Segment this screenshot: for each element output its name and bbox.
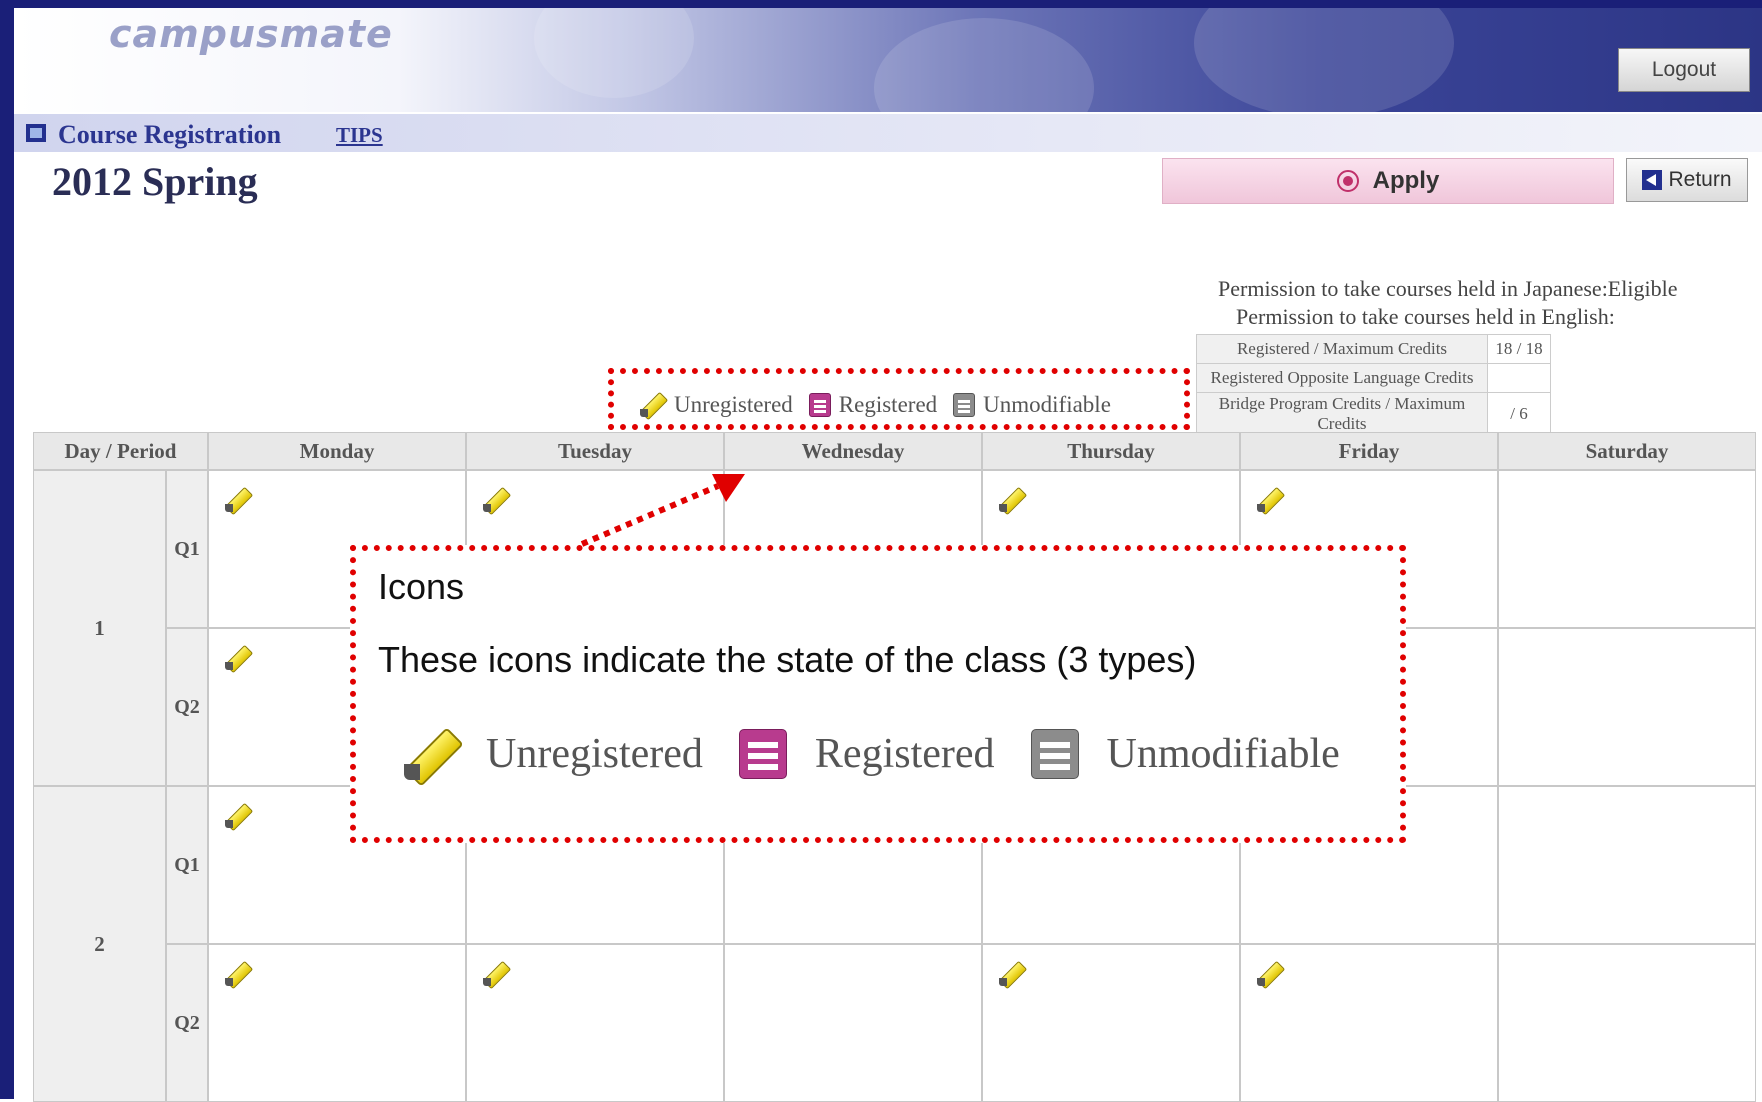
credits-value: 18 / 18	[1487, 334, 1551, 364]
pencil-icon	[404, 727, 464, 787]
pencil-icon[interactable]	[998, 486, 1028, 516]
pencil-icon[interactable]	[224, 644, 254, 674]
unmodifiable-list-icon	[1030, 729, 1079, 779]
credits-row: Registered / Maximum Credits 18 / 18	[1196, 334, 1551, 364]
pencil-icon[interactable]	[1256, 486, 1286, 516]
timetable-cell[interactable]	[724, 944, 982, 1102]
quarter-label: Q1	[166, 470, 208, 628]
quarter-label: Q1	[166, 786, 208, 944]
day-header: Wednesday	[724, 432, 982, 470]
quarter-label: Q2	[166, 944, 208, 1102]
timetable-cell[interactable]	[1498, 786, 1756, 944]
credits-row: Registered Opposite Language Credits	[1196, 363, 1551, 393]
banner-foliage	[534, 8, 694, 98]
credits-row: Bridge Program Credits / Maximum Credits…	[1196, 392, 1551, 436]
legend-highlight-box	[608, 368, 1190, 430]
page-title: Course Registration	[58, 120, 282, 149]
pencil-icon[interactable]	[224, 802, 254, 832]
banner-foliage	[1194, 8, 1454, 112]
timetable-cell[interactable]	[1498, 628, 1756, 786]
header-banner: campusmate Logout	[14, 8, 1762, 112]
pencil-icon[interactable]	[1256, 960, 1286, 990]
pencil-icon[interactable]	[482, 486, 512, 516]
callout-unmodifiable-label: Unmodifiable	[1106, 731, 1340, 777]
window-frame-left	[0, 0, 14, 1099]
quarter-label: Q2	[166, 628, 208, 786]
timetable-cell[interactable]	[208, 944, 466, 1102]
pencil-icon[interactable]	[224, 486, 254, 516]
day-header: Saturday	[1498, 432, 1756, 470]
pencil-icon[interactable]	[998, 960, 1028, 990]
callout-description: These icons indicate the state of the cl…	[378, 639, 1197, 680]
registered-list-icon	[738, 729, 787, 779]
japanese-permission: Permission to take courses held in Japan…	[1218, 276, 1678, 301]
credits-value	[1487, 363, 1551, 393]
timetable-cell[interactable]	[466, 944, 724, 1102]
page-title-bar: Course Registration TIPS	[14, 114, 1762, 152]
logout-button[interactable]: Logout	[1618, 48, 1750, 92]
day-header: Friday	[1240, 432, 1498, 470]
return-label: Return	[1668, 168, 1732, 191]
apply-label: Apply	[1372, 167, 1440, 194]
credits-table: Registered / Maximum Credits 18 / 18 Reg…	[1196, 334, 1551, 436]
timetable-cell[interactable]	[982, 944, 1240, 1102]
radio-icon	[1336, 170, 1359, 192]
banner-foliage	[874, 18, 1094, 112]
callout-legend-unmodifiable: Unmodifiable	[1030, 729, 1340, 779]
campusmate-logo: campusmate	[109, 12, 393, 56]
timetable-cell[interactable]	[1498, 470, 1756, 628]
callout-title: Icons	[378, 566, 465, 607]
term-heading: 2012 Spring	[52, 159, 258, 204]
pencil-icon[interactable]	[224, 960, 254, 990]
callout-legend-unregistered: Unregistered	[404, 727, 703, 787]
timetable-cell[interactable]	[1498, 944, 1756, 1102]
window-icon	[26, 124, 46, 142]
period-label: 2	[33, 786, 166, 1102]
tips-link[interactable]: TIPS	[336, 123, 383, 148]
timetable-corner-header: Day / Period	[33, 432, 208, 470]
period-label: 1	[33, 470, 166, 786]
day-header: Monday	[208, 432, 466, 470]
return-button[interactable]: Return	[1626, 158, 1748, 202]
credits-label: Registered / Maximum Credits	[1196, 334, 1488, 364]
window-frame-top	[0, 0, 1762, 8]
credits-label: Bridge Program Credits / Maximum Credits	[1196, 392, 1488, 436]
callout-legend-registered: Registered	[738, 729, 995, 779]
day-header: Thursday	[982, 432, 1240, 470]
timetable-cell[interactable]	[1240, 944, 1498, 1102]
icons-callout: Icons These icons indicate the state of …	[350, 545, 1406, 843]
english-permission: Permission to take courses held in Engli…	[1236, 304, 1615, 329]
callout-legend: Unregistered Registered Unmodifiable	[404, 727, 1376, 787]
callout-unregistered-label: Unregistered	[486, 731, 703, 777]
apply-button[interactable]: Apply	[1162, 158, 1614, 204]
credits-label: Registered Opposite Language Credits	[1196, 363, 1488, 393]
pencil-icon[interactable]	[482, 960, 512, 990]
callout-registered-label: Registered	[814, 731, 995, 777]
credits-value: / 6	[1487, 392, 1551, 436]
day-header: Tuesday	[466, 432, 724, 470]
back-arrow-icon	[1642, 170, 1663, 190]
